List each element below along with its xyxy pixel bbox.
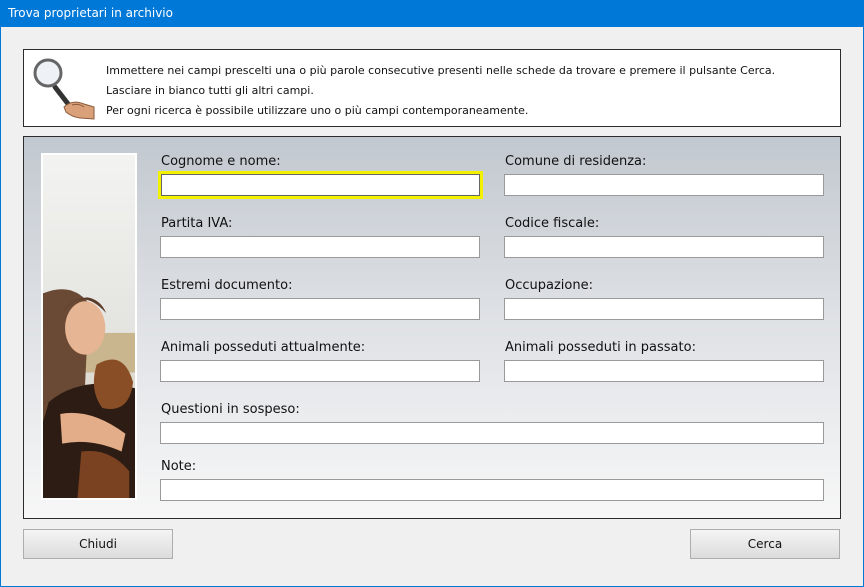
cognome-nome-label: Cognome e nome:	[161, 154, 281, 169]
questioni-sospeso-label: Questioni in sospeso:	[161, 402, 300, 417]
occupazione-input[interactable]	[504, 298, 824, 320]
comune-residenza-input[interactable]	[504, 174, 824, 196]
instruction-line: Immettere nei campi prescelti una o più …	[106, 64, 776, 77]
instruction-line: Per ogni ricerca è possibile utilizzare …	[106, 104, 529, 117]
instruction-line: Lasciare in bianco tutti gli altri campi…	[106, 84, 314, 97]
estremi-documento-label: Estremi documento:	[161, 278, 293, 293]
close-button[interactable]: Chiudi	[23, 529, 173, 559]
owner-with-dog-photo	[41, 153, 137, 500]
animali-attuali-label: Animali posseduti attualmente:	[161, 340, 366, 355]
instructions-box: Immettere nei campi prescelti una o più …	[23, 49, 841, 127]
dialog-body: Immettere nei campi prescelti una o più …	[1, 27, 863, 586]
search-form-panel: Cognome e nome: Comune di residenza: Par…	[23, 136, 841, 519]
animali-passato-input[interactable]	[504, 360, 824, 382]
codice-fiscale-input[interactable]	[504, 236, 824, 258]
comune-residenza-label: Comune di residenza:	[505, 154, 647, 169]
instructions-text: Immettere nei campi prescelti una o più …	[106, 61, 775, 121]
partita-iva-input[interactable]	[160, 236, 480, 258]
magnifier-hand-icon	[33, 58, 95, 120]
animali-passato-label: Animali posseduti in passato:	[505, 340, 696, 355]
note-input[interactable]	[160, 479, 824, 501]
window-title: Trova proprietari in archivio	[8, 6, 173, 20]
window-titlebar: Trova proprietari in archivio	[0, 0, 864, 27]
note-label: Note:	[161, 459, 197, 474]
partita-iva-label: Partita IVA:	[161, 216, 233, 231]
questioni-sospeso-input[interactable]	[160, 422, 824, 444]
search-button[interactable]: Cerca	[690, 529, 840, 559]
occupazione-label: Occupazione:	[505, 278, 593, 293]
animali-attuali-input[interactable]	[160, 360, 480, 382]
codice-fiscale-label: Codice fiscale:	[505, 216, 600, 231]
estremi-documento-input[interactable]	[160, 298, 480, 320]
cognome-nome-input[interactable]	[161, 174, 480, 196]
